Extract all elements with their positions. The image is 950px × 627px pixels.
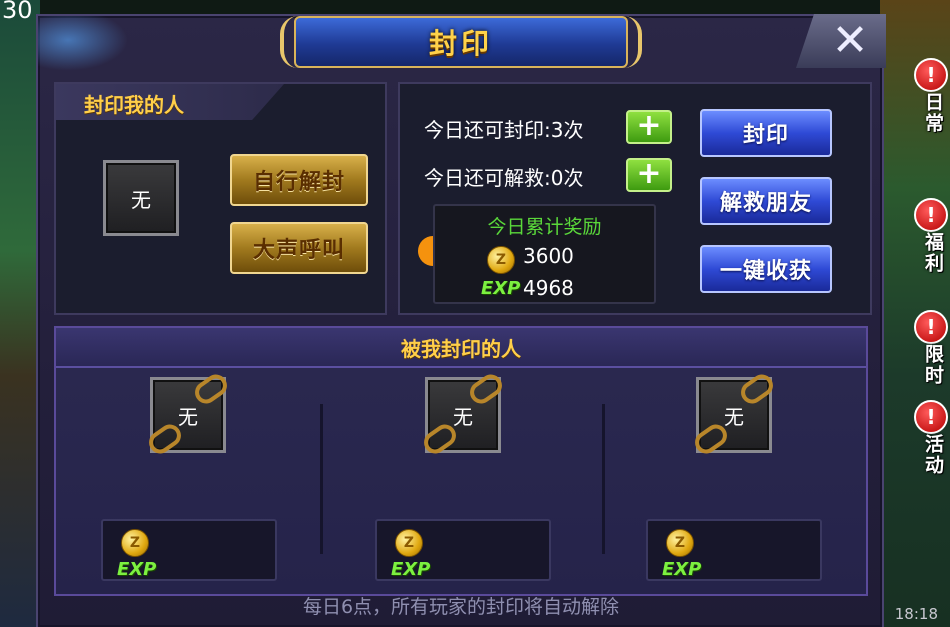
slot-empty-text: 无 [453, 404, 473, 429]
plus-icon: + [636, 107, 662, 143]
rescue-friend-label: 解救朋友 [719, 191, 812, 216]
slot-empty-text: 无 [178, 404, 198, 429]
daily-reward-box: 今日累计奖励 Z 3600 EXP 4968 [433, 204, 656, 304]
plus-icon: + [636, 155, 662, 191]
collect-all-label: 一键收获 [719, 259, 812, 284]
seal-label: 封印 [742, 123, 789, 148]
sealed-by-me-heading: 被我封印的人 [401, 336, 521, 361]
coin-icon: Z [121, 529, 149, 557]
rescue-friend-button[interactable]: 解救朋友 [700, 177, 832, 225]
side-tab-label: 日常 [922, 92, 944, 134]
side-tab-daily[interactable]: ! 日常 [910, 58, 950, 134]
sealed-by-me-header: 被我封印的人 [56, 328, 866, 368]
sealed-me-heading: 封印我的人 [84, 93, 184, 117]
coin-icon: Z [487, 246, 515, 274]
shout-button[interactable]: 大声呼叫 [230, 222, 368, 274]
alert-icon: ! [914, 58, 948, 92]
alert-icon: ! [914, 310, 948, 344]
add-rescue-count-button[interactable]: + [626, 158, 672, 192]
glow-decoration [38, 16, 138, 76]
sealer-slot[interactable]: 无 [103, 160, 179, 236]
close-icon: ✕ [831, 15, 869, 66]
dialog-title: 封印 [428, 27, 493, 60]
side-tab-label: 福利 [922, 232, 944, 274]
alert-icon: ! [914, 198, 948, 232]
section-heading-tag: 封印我的人 [56, 84, 284, 120]
alert-icon: ! [914, 400, 948, 434]
column-divider [602, 404, 605, 554]
coin-icon: Z [666, 529, 694, 557]
side-tab-label: 活动 [922, 434, 944, 476]
side-tab-limited[interactable]: ! 限时 [910, 310, 950, 386]
corner-counter: 30 [2, 0, 33, 24]
footer-note: 每日6点，所有玩家的封印将自动解除 [302, 596, 620, 618]
dialog-title-banner: 封印 [280, 14, 642, 70]
column-divider [320, 404, 323, 554]
exp-icon: EXP [391, 559, 431, 580]
exp-icon: EXP [481, 278, 521, 299]
collect-all-button[interactable]: 一键收获 [700, 245, 832, 293]
seal-remaining-text: 今日还可封印:3次 [424, 118, 584, 142]
side-tab-welfare[interactable]: ! 福利 [910, 198, 950, 274]
slot-empty-text: 无 [724, 404, 744, 429]
exp-value: 4968 [523, 276, 574, 300]
rescue-remaining-text: 今日还可解救:0次 [424, 166, 584, 190]
coin-icon: Z [395, 529, 423, 557]
banner-wing-right [616, 16, 642, 68]
reward-title: 今日累计奖励 [487, 216, 602, 238]
seal-button[interactable]: 封印 [700, 109, 832, 157]
add-seal-count-button[interactable]: + [626, 110, 672, 144]
side-tab-events[interactable]: ! 活动 [910, 400, 950, 476]
slot-reward-box-1: Z EXP [101, 519, 277, 581]
background-scene-left [0, 0, 40, 627]
shout-label: 大声呼叫 [252, 238, 345, 263]
coin-value: 3600 [523, 244, 574, 268]
self-unseal-label: 自行解封 [252, 170, 345, 195]
exp-icon: EXP [117, 559, 157, 580]
side-tab-label: 限时 [922, 344, 944, 386]
clock-time: 18:18 [894, 605, 938, 623]
slot-reward-box-2: Z EXP [375, 519, 551, 581]
exp-icon: EXP [662, 559, 702, 580]
slot-empty-text: 无 [131, 187, 151, 212]
self-unseal-button[interactable]: 自行解封 [230, 154, 368, 206]
slot-reward-box-3: Z EXP [646, 519, 822, 581]
